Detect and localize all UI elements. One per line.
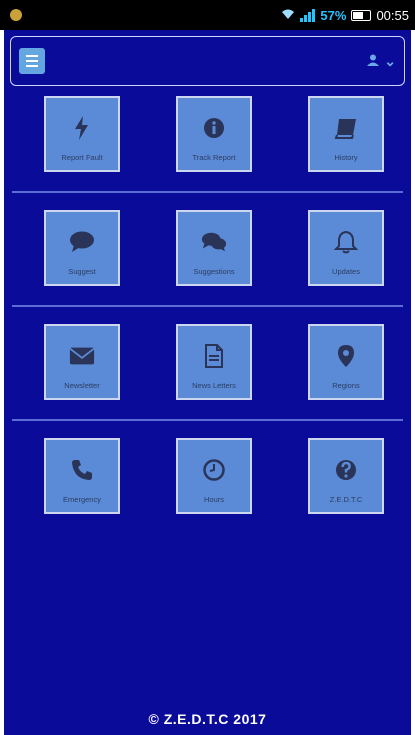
- tile-regions[interactable]: Regions: [308, 324, 384, 400]
- tile-label: Suggest: [68, 266, 96, 276]
- tile-label: History: [334, 152, 358, 162]
- tile-label: Suggestions: [193, 266, 235, 276]
- tile-zedtc[interactable]: Z.E.D.T.C: [308, 438, 384, 514]
- battery-icon: [351, 9, 372, 21]
- grid-row: Newsletter News Letters Regions: [4, 324, 411, 400]
- comment-icon: [69, 229, 95, 255]
- tile-label: Z.E.D.T.C: [329, 494, 363, 504]
- app-screen: ⌄ Report Fault Track Report History Sugg…: [0, 30, 415, 735]
- document-icon: [201, 343, 227, 369]
- tile-suggestions[interactable]: Suggestions: [176, 210, 252, 286]
- signal-icon: [300, 8, 316, 22]
- tile-track-report[interactable]: Track Report: [176, 96, 252, 172]
- menu-button[interactable]: [19, 48, 45, 74]
- tile-suggest[interactable]: Suggest: [44, 210, 120, 286]
- clock-icon: [201, 457, 227, 483]
- grid-row: Suggest Suggestions Updates: [4, 210, 411, 286]
- grid-row: Emergency Hours Z.E.D.T.C: [4, 438, 411, 514]
- tile-label: Regions: [332, 380, 360, 390]
- chevron-down-icon: ⌄: [384, 52, 396, 69]
- map-marker-icon: [333, 343, 359, 369]
- question-icon: [333, 457, 359, 483]
- bell-icon: [333, 229, 359, 255]
- notification-icon: [10, 9, 22, 21]
- user-icon: [367, 53, 380, 69]
- envelope-icon: [69, 343, 95, 369]
- copyright-footer: © Z.E.D.T.C 2017: [148, 711, 267, 727]
- tile-emergency[interactable]: Emergency: [44, 438, 120, 514]
- tile-label: Updates: [332, 266, 360, 276]
- tile-report-fault[interactable]: Report Fault: [44, 96, 120, 172]
- battery-percent: 57%: [320, 7, 347, 23]
- tile-label: Newsletter: [64, 380, 100, 390]
- user-menu[interactable]: ⌄: [367, 53, 396, 70]
- tile-history[interactable]: History: [308, 96, 384, 172]
- app-bar: ⌄: [10, 36, 405, 86]
- clock-time: 00:55: [376, 7, 409, 23]
- bolt-icon: [69, 115, 95, 141]
- menu-grid: Report Fault Track Report History Sugges…: [4, 86, 411, 514]
- wifi-icon: [281, 8, 295, 23]
- tile-label: Emergency: [63, 494, 101, 504]
- grid-row: Report Fault Track Report History: [4, 96, 411, 172]
- phone-icon: [69, 457, 95, 483]
- info-icon: [201, 115, 227, 141]
- tile-label: News Letters: [192, 380, 236, 390]
- tile-updates[interactable]: Updates: [308, 210, 384, 286]
- divider: [12, 191, 403, 193]
- divider: [12, 305, 403, 307]
- tile-hours[interactable]: Hours: [176, 438, 252, 514]
- tile-label: Hours: [203, 494, 224, 504]
- status-bar: 57% 00:55: [0, 0, 415, 30]
- divider: [12, 419, 403, 421]
- tile-label: Track Report: [192, 152, 236, 162]
- tile-news-letters[interactable]: News Letters: [176, 324, 252, 400]
- tile-label: Report Fault: [61, 152, 103, 162]
- book-icon: [333, 115, 359, 141]
- comments-icon: [201, 229, 227, 255]
- tile-newsletter[interactable]: Newsletter: [44, 324, 120, 400]
